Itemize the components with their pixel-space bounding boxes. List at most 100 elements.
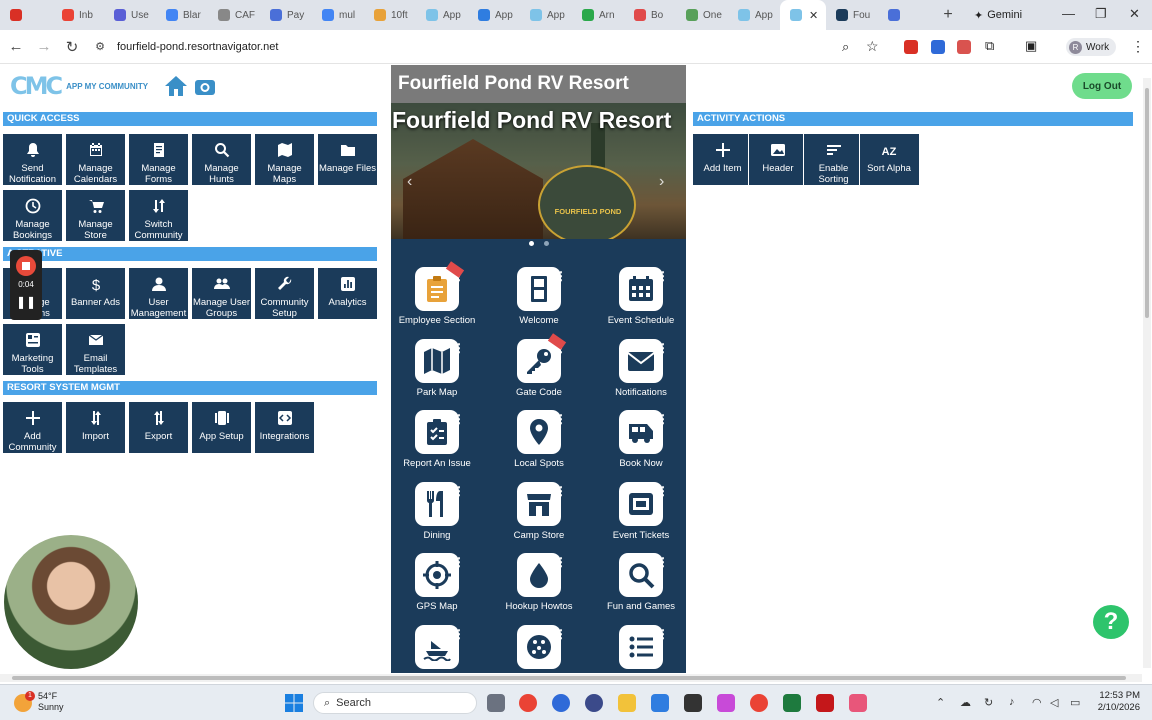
tile-group[interactable]: Manage User Groups: [191, 267, 252, 320]
url-field[interactable]: fourfield-pond.resortnavigator.net: [117, 41, 278, 53]
tile-plus[interactable]: Add Item: [692, 133, 753, 186]
tile-wrench[interactable]: Community Setup: [254, 267, 315, 320]
app-menu-icon[interactable]: ⋮: [555, 555, 567, 569]
reload-icon[interactable]: ↻: [60, 38, 84, 56]
clock[interactable]: 12:53 PM 2/10/2026: [1094, 690, 1140, 714]
side-panel-icon[interactable]: ▣: [1025, 38, 1037, 54]
tile-marketing[interactable]: Marketing Tools: [2, 323, 63, 376]
close-window-icon[interactable]: ✕: [1129, 6, 1140, 22]
app-menu-icon[interactable]: ⋮: [657, 269, 669, 283]
site-info-icon[interactable]: ⚙: [88, 40, 112, 53]
volume-icon[interactable]: ◁: [1050, 696, 1058, 709]
extensions-puzzle-icon[interactable]: ⧉: [985, 38, 994, 54]
app-tile[interactable]: Local Spots ⋮: [489, 410, 589, 480]
wifi-icon[interactable]: ◠: [1032, 696, 1042, 709]
tile-search[interactable]: Manage Hunts: [191, 133, 252, 186]
tile-clock[interactable]: Manage Bookings: [2, 189, 63, 242]
tile-calendar[interactable]: Manage Calendars: [65, 133, 126, 186]
browser-tab[interactable]: CAF: [208, 0, 260, 30]
browser-tab[interactable]: Fou: [826, 0, 878, 30]
bookmark-star-icon[interactable]: ☆: [866, 38, 879, 55]
new-tab-button[interactable]: +: [938, 6, 958, 24]
browser-tab[interactable]: Pay: [260, 0, 312, 30]
app-menu-icon[interactable]: ⋮: [453, 484, 465, 498]
browser-tab[interactable]: One: [676, 0, 728, 30]
tile-user[interactable]: User Management: [128, 267, 189, 320]
app-tile[interactable]: Report An Issue ⋮: [391, 410, 487, 480]
app-tile[interactable]: Event Tickets ⋮: [591, 481, 686, 552]
app-tile[interactable]: Camp Store ⋮: [489, 481, 589, 552]
extension-icon[interactable]: [931, 40, 945, 54]
app-tile[interactable]: Fun and Games ⋮: [591, 553, 686, 623]
browser-tab[interactable]: Use: [104, 0, 156, 30]
copilot-icon[interactable]: [717, 694, 735, 712]
chrome-icon[interactable]: [519, 694, 537, 712]
carousel-dot-active[interactable]: [529, 241, 534, 246]
back-icon[interactable]: ←: [4, 38, 28, 55]
browser-menu-icon[interactable]: ⋮: [1131, 38, 1145, 55]
stop-record-icon[interactable]: [16, 256, 36, 276]
app-menu-icon[interactable]: ⋮: [657, 555, 669, 569]
browser-tab[interactable]: App: [416, 0, 468, 30]
app-tile[interactable]: Hookup Howtos ⋮: [489, 553, 589, 623]
app-menu-icon[interactable]: ⋮: [657, 341, 669, 355]
sync-icon[interactable]: ↻: [984, 696, 993, 709]
app-menu-icon[interactable]: ⋮: [453, 627, 465, 641]
horizontal-scrollbar[interactable]: [0, 674, 1142, 682]
tile-form[interactable]: Manage Forms: [128, 133, 189, 186]
log-out-button[interactable]: Log Out: [1072, 73, 1132, 99]
task-view-icon[interactable]: [487, 694, 505, 712]
app-tile[interactable]: Book Now ⋮: [591, 410, 686, 480]
browser-tab[interactable]: [878, 0, 930, 30]
app-icon[interactable]: [849, 694, 867, 712]
hero-carousel[interactable]: Fourfield Pond RV Resort FOURFIELD POND …: [391, 103, 686, 239]
tile-plus[interactable]: Add Community: [2, 401, 63, 454]
app-menu-icon[interactable]: ⋮: [555, 627, 567, 641]
vscode-icon[interactable]: [651, 694, 669, 712]
mic-icon[interactable]: ♪: [1009, 696, 1015, 708]
app-menu-icon[interactable]: ⋮: [453, 555, 465, 569]
app-tile[interactable]: Event Schedule ⋮: [591, 267, 686, 337]
app-menu-icon[interactable]: ⋮: [453, 341, 465, 355]
browser-tab[interactable]: App: [468, 0, 520, 30]
terminal-icon[interactable]: [684, 694, 702, 712]
app-tile[interactable]: Employee Section⋮: [391, 261, 487, 337]
browser-tab[interactable]: App: [520, 0, 572, 30]
browser-tab[interactable]: App: [728, 0, 780, 30]
app-icon[interactable]: [552, 694, 570, 712]
home-icon[interactable]: [164, 74, 188, 98]
extension-icon[interactable]: [957, 40, 971, 54]
app-tile[interactable]: ⋮: [391, 624, 487, 674]
tile-bell[interactable]: Send Notification: [2, 133, 63, 186]
app-tile[interactable]: Gate Code⋮: [489, 332, 589, 409]
app-menu-icon[interactable]: ⋮: [453, 412, 465, 426]
close-tab-icon[interactable]: ✕: [809, 9, 818, 22]
tile-dollar[interactable]: $ Banner Ads: [65, 267, 126, 320]
app-icon[interactable]: [585, 694, 603, 712]
extension-icon[interactable]: [904, 40, 918, 54]
taskbar-search[interactable]: ⌕ Search: [313, 692, 477, 714]
zoom-icon[interactable]: ⌕: [842, 39, 849, 55]
tile-sort-alpha[interactable]: AZ Sort Alpha: [858, 133, 920, 186]
app-tile[interactable]: Dining ⋮: [391, 481, 487, 552]
tile-app-setup[interactable]: App Setup: [191, 401, 252, 454]
tile-analytics[interactable]: Analytics: [317, 267, 378, 320]
browser-tab[interactable]: 10ft: [364, 0, 416, 30]
tile-sort[interactable]: Enable Sorting: [803, 133, 864, 186]
tile-switch[interactable]: Switch Community: [128, 189, 189, 242]
app-menu-icon[interactable]: ⋮: [657, 484, 669, 498]
app-tile[interactable]: Notifications ⋮: [591, 338, 686, 409]
pause-icon[interactable]: ❚❚: [10, 295, 42, 309]
gemini-button[interactable]: ✦ Gemini: [974, 6, 1022, 24]
browser-tab[interactable]: Bo: [624, 0, 676, 30]
cloud-icon[interactable]: ☁: [960, 696, 971, 709]
app-tile[interactable]: ⋮: [489, 624, 589, 674]
excel-icon[interactable]: [783, 694, 801, 712]
app-tile[interactable]: GPS Map ⋮: [391, 553, 487, 623]
weather-widget[interactable]: 1 54°F Sunny: [14, 691, 64, 713]
preview-icon[interactable]: [194, 77, 216, 97]
app-menu-icon[interactable]: ⋮: [657, 627, 669, 641]
tile-cart[interactable]: Manage Store: [65, 189, 126, 242]
browser-tab-active[interactable]: ✕: [780, 0, 826, 30]
forward-icon[interactable]: →: [32, 38, 56, 55]
